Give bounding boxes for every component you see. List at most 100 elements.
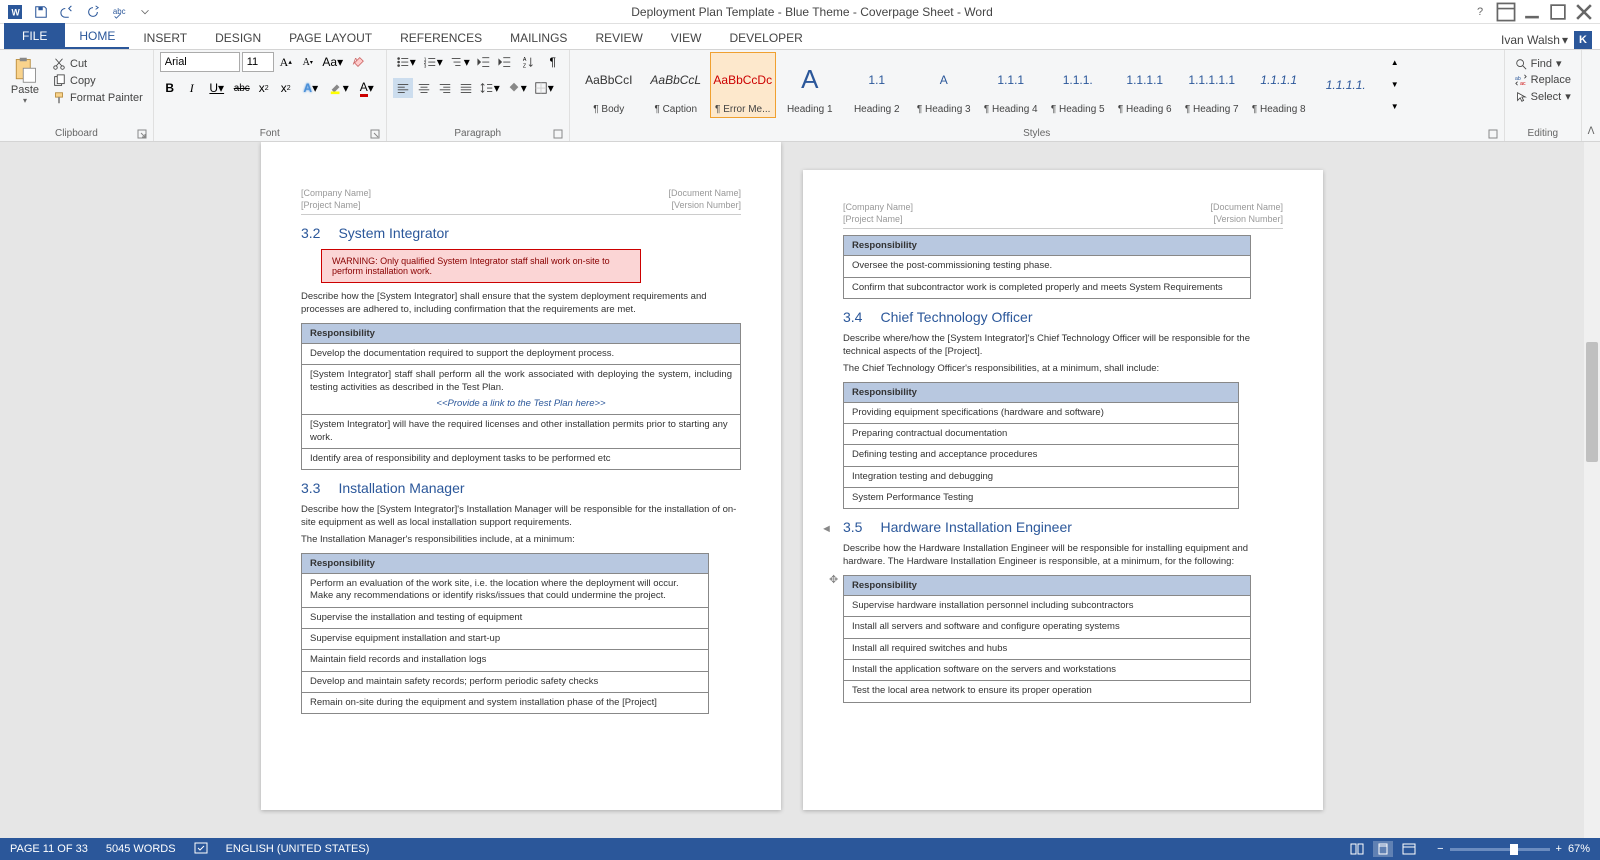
redo-icon[interactable]	[82, 2, 104, 22]
style-item[interactable]: 1.1Heading 2	[844, 52, 910, 118]
bullets-icon[interactable]: ▾	[393, 52, 419, 72]
zoom-in-icon[interactable]: +	[1556, 843, 1562, 855]
align-center-icon[interactable]	[414, 78, 434, 98]
tab-review[interactable]: REVIEW	[581, 27, 656, 49]
style-item[interactable]: 1.1.1.1¶ Heading 6	[1112, 52, 1178, 118]
styles-down-icon[interactable]: ▼	[1385, 74, 1405, 94]
styles-gallery[interactable]: AaBbCcI¶ BodyAaBbCcL¶ CaptionAaBbCcDc¶ E…	[576, 52, 1379, 122]
zoom-out-icon[interactable]: −	[1437, 843, 1443, 855]
align-right-icon[interactable]	[435, 78, 455, 98]
multilevel-list-icon[interactable]: ▾	[447, 52, 473, 72]
grow-font-icon[interactable]: A▴	[276, 52, 296, 72]
decrease-indent-icon[interactable]	[474, 52, 494, 72]
bold-icon[interactable]: B	[160, 78, 180, 98]
tab-references[interactable]: REFERENCES	[386, 27, 496, 49]
italic-icon[interactable]: I	[182, 78, 202, 98]
word-icon[interactable]: W	[4, 2, 26, 22]
paste-button[interactable]: Paste ▾	[6, 52, 44, 105]
styles-more-icon[interactable]: ▼	[1385, 96, 1405, 116]
borders-icon[interactable]: ▾	[531, 78, 557, 98]
font-color-icon[interactable]: A▾	[354, 78, 380, 98]
undo-icon[interactable]	[56, 2, 78, 22]
qat-more-icon[interactable]	[134, 2, 156, 22]
tab-insert[interactable]: INSERT	[129, 27, 201, 49]
style-item[interactable]: A¶ Heading 3	[911, 52, 977, 118]
strikethrough-icon[interactable]: abc	[232, 78, 252, 98]
increase-indent-icon[interactable]	[495, 52, 515, 72]
minimize-icon[interactable]	[1520, 2, 1544, 22]
maximize-icon[interactable]	[1546, 2, 1570, 22]
style-item[interactable]: 1.1.1.1.1¶ Heading 7	[1179, 52, 1245, 118]
highlight-icon[interactable]: ▾	[326, 78, 352, 98]
cut-button[interactable]: Cut	[48, 56, 147, 72]
tab-file[interactable]: FILE	[4, 23, 65, 49]
format-painter-button[interactable]: Format Painter	[48, 90, 147, 106]
ribbon-options-icon[interactable]	[1494, 2, 1518, 22]
tab-page-layout[interactable]: PAGE LAYOUT	[275, 27, 386, 49]
dialog-launcher-icon[interactable]	[137, 129, 147, 139]
vertical-scrollbar[interactable]	[1584, 142, 1600, 844]
quick-access-toolbar: W abc	[4, 2, 156, 22]
style-item[interactable]: AaBbCcI¶ Body	[576, 52, 642, 118]
page-indicator[interactable]: PAGE 11 OF 33	[10, 843, 88, 855]
group-label-editing: Editing	[1511, 126, 1575, 141]
proofing-icon[interactable]	[194, 841, 208, 858]
font-size-input[interactable]	[242, 52, 274, 72]
save-icon[interactable]	[30, 2, 52, 22]
tab-developer[interactable]: DEVELOPER	[715, 27, 816, 49]
copy-button[interactable]: Copy	[48, 73, 147, 89]
zoom-thumb[interactable]	[1510, 844, 1518, 855]
style-item[interactable]: AHeading 1	[777, 52, 843, 118]
change-case-icon[interactable]: Aa▾	[320, 52, 346, 72]
subscript-icon[interactable]: x2	[254, 78, 274, 98]
sort-icon[interactable]: AZ	[516, 52, 542, 72]
line-spacing-icon[interactable]: ▾	[477, 78, 503, 98]
replace-button[interactable]: abacReplace	[1511, 73, 1575, 87]
show-marks-icon[interactable]: ¶	[543, 52, 563, 72]
find-button[interactable]: Find ▾	[1511, 56, 1575, 71]
dialog-launcher-icon[interactable]	[553, 129, 563, 139]
language-indicator[interactable]: ENGLISH (UNITED STATES)	[226, 843, 370, 855]
collapse-ribbon-icon[interactable]: ᐱ	[1582, 50, 1600, 141]
word-count[interactable]: 5045 WORDS	[106, 843, 176, 855]
style-item[interactable]: AaBbCcL¶ Caption	[643, 52, 709, 118]
zoom-slider[interactable]	[1450, 848, 1550, 851]
font-name-input[interactable]	[160, 52, 240, 72]
styles-up-icon[interactable]: ▲	[1385, 52, 1405, 72]
clear-formatting-icon[interactable]: A	[348, 52, 368, 72]
scrollbar-thumb[interactable]	[1586, 342, 1598, 462]
zoom-level[interactable]: 67%	[1568, 843, 1590, 855]
underline-icon[interactable]: U▾	[204, 78, 230, 98]
read-mode-icon[interactable]	[1347, 841, 1367, 857]
justify-icon[interactable]	[456, 78, 476, 98]
align-left-icon[interactable]	[393, 78, 413, 98]
web-layout-icon[interactable]	[1399, 841, 1419, 857]
outline-marker-icon[interactable]: ◄	[821, 523, 832, 535]
tab-design[interactable]: DESIGN	[201, 27, 275, 49]
dialog-launcher-icon[interactable]	[1488, 129, 1498, 139]
dialog-launcher-icon[interactable]	[370, 129, 380, 139]
body-text: The Installation Manager's responsibilit…	[301, 534, 741, 547]
select-button[interactable]: Select ▾	[1511, 89, 1575, 104]
body-text: Describe how the [System Integrator]'s I…	[301, 504, 741, 530]
tab-mailings[interactable]: MAILINGS	[496, 27, 581, 49]
shrink-font-icon[interactable]: A▾	[298, 52, 318, 72]
text-effects-icon[interactable]: A▾	[298, 78, 324, 98]
help-icon[interactable]: ?	[1468, 2, 1492, 22]
tab-view[interactable]: VIEW	[657, 27, 716, 49]
style-item[interactable]: 1.1.1¶ Heading 4	[978, 52, 1044, 118]
print-layout-icon[interactable]	[1373, 841, 1393, 857]
style-item[interactable]: AaBbCcDc¶ Error Me...	[710, 52, 776, 118]
spelling-icon[interactable]: abc	[108, 2, 130, 22]
tab-home[interactable]: HOME	[65, 25, 129, 49]
close-icon[interactable]	[1572, 2, 1596, 22]
style-item[interactable]: 1.1.1.1¶ Heading 8	[1246, 52, 1312, 118]
user-account[interactable]: Ivan Walsh ▾ K	[1501, 31, 1600, 49]
style-item[interactable]: 1.1.1.1.	[1313, 52, 1379, 118]
table-move-icon[interactable]: ✥	[829, 573, 838, 586]
superscript-icon[interactable]: x2	[276, 78, 296, 98]
document-area[interactable]: [Company Name] [Project Name] [Document …	[0, 142, 1584, 844]
numbering-icon[interactable]: 123▾	[420, 52, 446, 72]
shading-icon[interactable]: ▾	[504, 78, 530, 98]
style-item[interactable]: 1.1.1.¶ Heading 5	[1045, 52, 1111, 118]
